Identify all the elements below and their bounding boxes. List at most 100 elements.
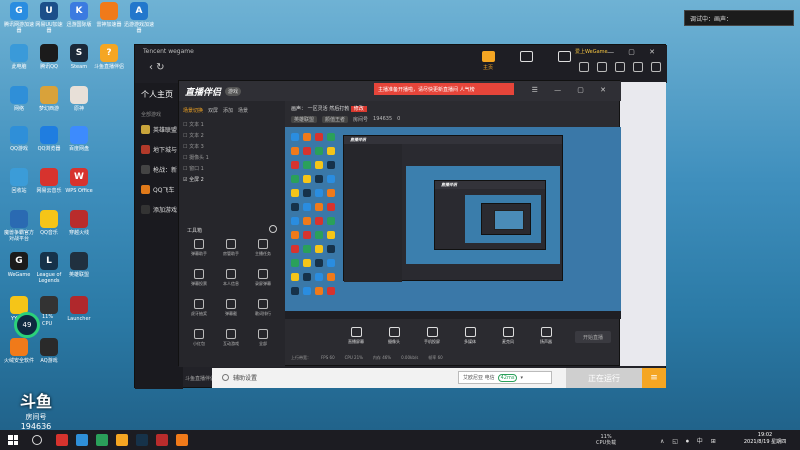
friends-icon[interactable] bbox=[597, 62, 607, 72]
toolbox-item[interactable]: 弹幕助手 bbox=[185, 239, 213, 257]
desktop-icon[interactable]: 魔兽争霸官方对战平台 bbox=[4, 210, 34, 242]
taskbar-app-icon[interactable] bbox=[156, 434, 168, 446]
start-live-button[interactable]: 开始直播 bbox=[575, 331, 611, 343]
toolbox-item[interactable]: 互动游戏 bbox=[217, 329, 245, 347]
desktop-icon[interactable]: 火绒安全软件 bbox=[4, 338, 34, 364]
taskbar-app-icon[interactable] bbox=[116, 434, 128, 446]
taskbar-app-icon[interactable] bbox=[136, 434, 148, 446]
scene-source-item[interactable]: ☐ 窗口 1 bbox=[183, 165, 204, 172]
desktop-icon[interactable]: 网易云音乐 bbox=[34, 168, 64, 194]
scene-source-item[interactable]: ☐ 文本 3 bbox=[183, 143, 204, 150]
toolbox-item[interactable]: 弹幕截 bbox=[217, 299, 245, 317]
scene-source-item[interactable]: ☐ 摄像头 1 bbox=[183, 154, 209, 161]
search-icon[interactable] bbox=[32, 435, 42, 445]
tab-store[interactable] bbox=[518, 51, 534, 75]
desktop-icon[interactable]: G WeGame bbox=[4, 252, 34, 278]
room-category[interactable]: 英雄联盟 bbox=[291, 116, 318, 123]
toolbox-item[interactable]: 全部 bbox=[249, 329, 277, 347]
toolbox-item[interactable]: 歌词排行 bbox=[249, 299, 277, 317]
desktop-icon[interactable]: QQ音乐 bbox=[34, 210, 64, 236]
server-select[interactable]: 艾欧尼亚 电信 42ms ▾ bbox=[458, 371, 552, 384]
toolbox-settings-icon[interactable] bbox=[269, 225, 277, 233]
launch-menu-button[interactable]: ≡ bbox=[642, 368, 666, 388]
tab-home[interactable]: 主页 bbox=[480, 51, 496, 75]
edit-title-button[interactable]: 修改 bbox=[350, 106, 367, 112]
desktop-icon[interactable]: 梦幻西游 bbox=[34, 86, 64, 112]
scene-source-item[interactable]: ☐ 文本 2 bbox=[183, 132, 204, 139]
desktop-icon[interactable]: 回收站 bbox=[4, 168, 34, 194]
desktop-icon[interactable]: S Steam bbox=[64, 44, 94, 70]
running-button[interactable]: 正在运行 bbox=[566, 368, 642, 388]
desktop-icon[interactable]: AQ游戏 bbox=[34, 338, 64, 364]
scene-source-item[interactable]: ☑ 全屏 2 bbox=[183, 176, 204, 183]
streamer-window-controls[interactable]: ☰ — ▢ ✕ bbox=[532, 86, 613, 94]
message-icon[interactable] bbox=[615, 62, 625, 72]
toolbox-item[interactable]: 虎牙抽奖 bbox=[185, 299, 213, 317]
live-alert-banner[interactable]: 主播准备开播啦，请尽快更新直播间 人气榜 bbox=[374, 83, 514, 95]
source-control-button[interactable]: 多媒体 bbox=[459, 327, 481, 345]
stream-preview[interactable]: 直播伴侣 直播伴侣 bbox=[285, 127, 621, 311]
toolbox-item[interactable]: 小红包 bbox=[185, 329, 213, 347]
source-control-button[interactable]: 手机投屏 bbox=[421, 327, 443, 345]
source-control-button[interactable]: 直播屏幕 bbox=[345, 327, 367, 345]
wegame-window-controls[interactable]: — ▢ ✕ bbox=[607, 48, 661, 56]
start-button[interactable] bbox=[0, 430, 26, 450]
toolbox-item[interactable]: 弹幕投票 bbox=[185, 269, 213, 287]
desktop-icon[interactable]: Launcher bbox=[64, 296, 94, 322]
room-subcategory[interactable]: 颜值王者 bbox=[322, 116, 349, 123]
desktop-icon[interactable]: QQ浏览器 bbox=[34, 126, 64, 152]
toolbox-item[interactable]: 本人信息 bbox=[217, 269, 245, 287]
source-control-button[interactable]: 扬声器 bbox=[535, 327, 557, 345]
desktop-icon[interactable]: K 迅游国际版 bbox=[64, 2, 94, 28]
source-control-button[interactable]: 摄像头 bbox=[383, 327, 405, 345]
tray-icons[interactable]: ∧ ◱ ⏺ 中 ⊞ bbox=[660, 436, 719, 446]
settings-icon[interactable] bbox=[633, 62, 643, 72]
toolbox-item[interactable]: 录屏弹幕 bbox=[249, 269, 277, 287]
desktop-icon[interactable]: ? 斗鱼直播伴侣 bbox=[94, 44, 124, 70]
taskbar-app-icon[interactable] bbox=[176, 434, 188, 446]
sidebar-title[interactable]: 个人主页 bbox=[141, 89, 173, 100]
scene-tab[interactable]: 双屏 bbox=[208, 107, 218, 114]
source-control-button[interactable]: 麦克风 bbox=[497, 327, 519, 345]
tab-video[interactable] bbox=[556, 51, 572, 75]
toolbox-item[interactable]: 主播任务 bbox=[249, 239, 277, 257]
clock[interactable]: 19:02 2021/8/19 星期四 bbox=[738, 432, 792, 446]
grid-icon[interactable] bbox=[651, 62, 661, 72]
desktop-icon[interactable]: 网络 bbox=[4, 86, 34, 112]
desktop-icon[interactable]: 英雄联盟 bbox=[64, 252, 94, 278]
sidebar-game-item[interactable]: 英雄联盟 bbox=[141, 125, 177, 134]
desktop-icon[interactable]: 腾讯QQ bbox=[34, 44, 64, 70]
streamer-mode-badge[interactable]: 游戏 bbox=[225, 86, 242, 96]
sidebar-game-item[interactable]: 枪战：新 bbox=[141, 165, 177, 174]
desktop-icon[interactable]: W WPS Office bbox=[64, 168, 94, 194]
performance-gauge[interactable]: 49 bbox=[14, 312, 40, 338]
wegame-user[interactable]: 爱上WeGame bbox=[575, 48, 608, 55]
download-icon[interactable] bbox=[579, 62, 589, 72]
desktop-icon[interactable]: U 网易UU加速器 bbox=[34, 2, 64, 34]
taskbar-app-icon[interactable] bbox=[76, 434, 88, 446]
desktop-icon[interactable]: A 迅游游戏加速器 bbox=[124, 2, 154, 34]
desktop-icon[interactable] bbox=[34, 296, 64, 316]
wegame-nav-buttons[interactable]: ‹ ↻ bbox=[149, 62, 165, 73]
scene-source-item[interactable]: ☐ 文本 1 bbox=[183, 121, 204, 128]
desktop-icon[interactable]: L League of Legends bbox=[34, 252, 64, 284]
scene-tab[interactable]: 场景切换 bbox=[183, 107, 203, 114]
sidebar-game-item[interactable]: 添加游戏 bbox=[141, 205, 177, 214]
assist-settings[interactable]: 辅助设置 bbox=[222, 373, 257, 382]
sidebar-game-item[interactable]: 地下城与 bbox=[141, 145, 177, 154]
scene-tab[interactable]: 添加 bbox=[223, 107, 233, 114]
desktop-icon[interactable]: 原神 bbox=[64, 86, 94, 112]
desktop-icon[interactable]: 雷神加速器 bbox=[94, 2, 124, 28]
desktop-icon[interactable]: 穿越火线 bbox=[64, 210, 94, 236]
tray-cpu[interactable]: 11% CPU负载 bbox=[596, 434, 616, 446]
desktop-icon[interactable]: 百度网盘 bbox=[64, 126, 94, 152]
notification-popup[interactable]: 调试中：画声： bbox=[684, 10, 794, 26]
taskbar-app-icon[interactable] bbox=[56, 434, 68, 446]
desktop-icon[interactable]: 此电脑 bbox=[4, 44, 34, 70]
scene-tab[interactable]: 场景 bbox=[238, 107, 248, 114]
desktop-icon[interactable]: QQ游戏 bbox=[4, 126, 34, 152]
desktop-icon[interactable]: G 腾讯网游加速器 bbox=[4, 2, 34, 34]
sidebar-game-item[interactable]: QQ飞车 bbox=[141, 185, 174, 194]
taskbar-app-icon[interactable] bbox=[96, 434, 108, 446]
toolbox-item[interactable]: 房管助手 bbox=[217, 239, 245, 257]
